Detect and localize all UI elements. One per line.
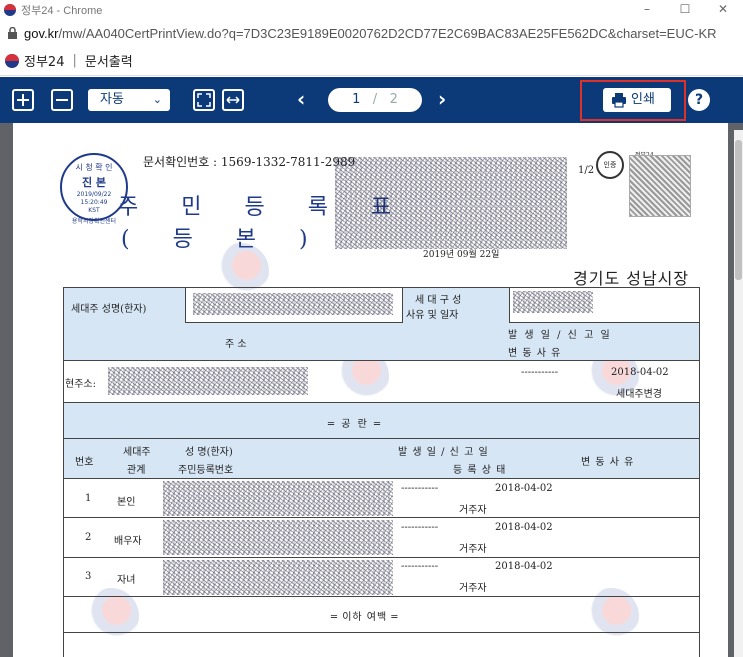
current-address-label: 현주소: <box>65 379 96 390</box>
stamp-text: 진 본 <box>81 176 107 189</box>
end-notice: ═ 이하 여백 ═ <box>331 612 399 623</box>
member-dash: ----------- <box>401 483 439 494</box>
member-name-header: 성 명(한자) <box>185 447 233 458</box>
redacted-member <box>163 520 393 555</box>
member-dash: ----------- <box>401 561 439 572</box>
gov24-logo-icon <box>5 53 19 68</box>
vertical-scrollbar[interactable] <box>734 130 743 657</box>
member-status: 거주자 <box>459 583 487 594</box>
page-indicator[interactable]: 1 / 2 <box>328 88 422 112</box>
redacted-address <box>108 367 308 395</box>
composition-label: 세 대 구 성 <box>415 295 462 306</box>
site-name[interactable]: 정부24 <box>24 51 64 70</box>
member-reason-header: 변 동 사 유 <box>581 457 635 468</box>
change-header: 변 동 사 유 <box>508 348 562 359</box>
zoom-select[interactable]: 자동 ⌄ <box>88 89 170 111</box>
address-reason: 세대주변경 <box>616 389 662 400</box>
qr-code <box>629 155 691 217</box>
window-titlebar: 정부24 - Chrome – ☐ ✕ <box>0 0 743 20</box>
blank-notice: ═ 공 란 ═ <box>328 419 382 430</box>
help-button[interactable]: ? <box>688 89 710 111</box>
prev-page-button[interactable]: ‹ <box>297 89 317 111</box>
member-dash: ----------- <box>401 522 439 533</box>
close-button[interactable]: ✕ <box>706 0 740 20</box>
zoom-in-button[interactable] <box>12 89 34 111</box>
issuer: 경기도 성남시장 <box>573 269 690 288</box>
member-date: 2018-04-02 <box>495 522 553 533</box>
page-total: 2 <box>389 92 398 107</box>
member-relation: 자녀 <box>117 575 136 586</box>
site-section: 문서출력 <box>84 55 133 70</box>
maximize-button[interactable]: ☐ <box>668 0 702 20</box>
stamp-tz: KST <box>88 207 100 214</box>
url-text[interactable]: gov.kr/mw/AA040CertPrintView.do?q=7D3C23… <box>24 26 717 41</box>
url-host: gov.kr <box>24 25 59 41</box>
member-no: 2 <box>85 532 92 543</box>
document-page: 시 청 확 인 진 본 2019/09/22 15:20:49 KST 용학시장… <box>13 123 728 657</box>
fit-page-button[interactable] <box>193 89 215 111</box>
site-header: 정부24 | 문서출력 <box>0 46 743 76</box>
member-no: 3 <box>85 571 92 582</box>
page-current: 1 <box>352 92 361 107</box>
member-relation: 배우자 <box>114 536 142 547</box>
address-bar[interactable]: gov.kr/mw/AA040CertPrintView.do?q=7D3C23… <box>0 20 743 46</box>
page-separator: / <box>372 92 378 107</box>
issue-date: 2019년 09월 22일 <box>423 250 500 260</box>
member-relation: 본인 <box>117 497 136 508</box>
minimize-button[interactable]: – <box>630 0 664 20</box>
url-path: /mw/AA040CertPrintView.do?q=7D3C23E9189E… <box>58 25 717 41</box>
lock-icon <box>8 27 17 39</box>
member-relation-header: 세대주 <box>123 447 151 458</box>
address-header: 주 소 <box>225 339 247 350</box>
gov24-logo-icon <box>4 4 16 16</box>
member-status: 거주자 <box>459 505 487 516</box>
document-viewer[interactable]: 시 청 확 인 진 본 2019/09/22 15:20:49 KST 용학시장… <box>0 123 743 657</box>
address-date: 2018-04-02 <box>611 367 669 378</box>
trailing-row <box>63 633 700 657</box>
member-occur-header: 발 생 일 / 신 고 일 <box>398 447 489 458</box>
member-date: 2018-04-02 <box>495 561 553 572</box>
doc-number: 문서확인번호 : 1569-1332-7811-2989 <box>143 155 356 169</box>
zoom-out-button[interactable] <box>51 89 73 111</box>
redacted-reason <box>513 291 593 313</box>
stamp-time: 15:20:49 <box>80 199 108 206</box>
redacted-barcode <box>335 157 567 249</box>
next-page-button[interactable]: › <box>438 89 458 111</box>
member-no: 1 <box>85 493 92 504</box>
stamp-text: 시 청 확 인 <box>75 163 113 172</box>
household-head-label: 세대주 성명(한자) <box>71 304 147 315</box>
stamp-org: 용학시장확인센터 <box>71 218 117 225</box>
doc-page-number: 1/2 <box>578 165 595 176</box>
print-label: 인쇄 <box>631 92 655 107</box>
printer-icon <box>612 93 626 108</box>
redacted-member <box>163 481 393 516</box>
member-no-header: 번호 <box>75 457 94 468</box>
redacted-name <box>193 293 393 315</box>
member-relation-header: 관계 <box>127 465 146 476</box>
fit-width-icon <box>226 96 240 104</box>
resident-registration-doc: 시 청 확 인 진 본 2019/09/22 15:20:49 KST 용학시장… <box>13 123 728 657</box>
zoom-value: 자동 <box>100 92 124 107</box>
gov-seal-icon: 인증 <box>596 151 624 179</box>
fit-page-icon <box>197 93 211 107</box>
address-dash: ----------- <box>521 367 559 378</box>
chevron-down-icon: ⌄ <box>152 93 162 106</box>
window-title: 정부24 - Chrome <box>21 5 103 17</box>
scrollbar-thumb[interactable] <box>735 140 742 280</box>
occur-header: 발 생 일 / 신 고 일 <box>508 330 612 341</box>
print-button[interactable]: 인쇄 <box>603 88 671 112</box>
member-date: 2018-04-02 <box>495 483 553 494</box>
member-status-header: 등 록 상 태 <box>453 465 507 476</box>
redacted-member <box>163 560 393 595</box>
site-separator: | <box>72 53 77 68</box>
fit-width-button[interactable] <box>222 89 244 111</box>
stamp-date: 2019/09/22 <box>76 191 112 198</box>
member-id-header: 주민등록번호 <box>178 465 234 476</box>
minus-icon <box>56 99 68 101</box>
composition-label: 사유 및 일자 <box>406 310 459 321</box>
member-status: 거주자 <box>459 544 487 555</box>
plus-icon <box>17 94 29 106</box>
